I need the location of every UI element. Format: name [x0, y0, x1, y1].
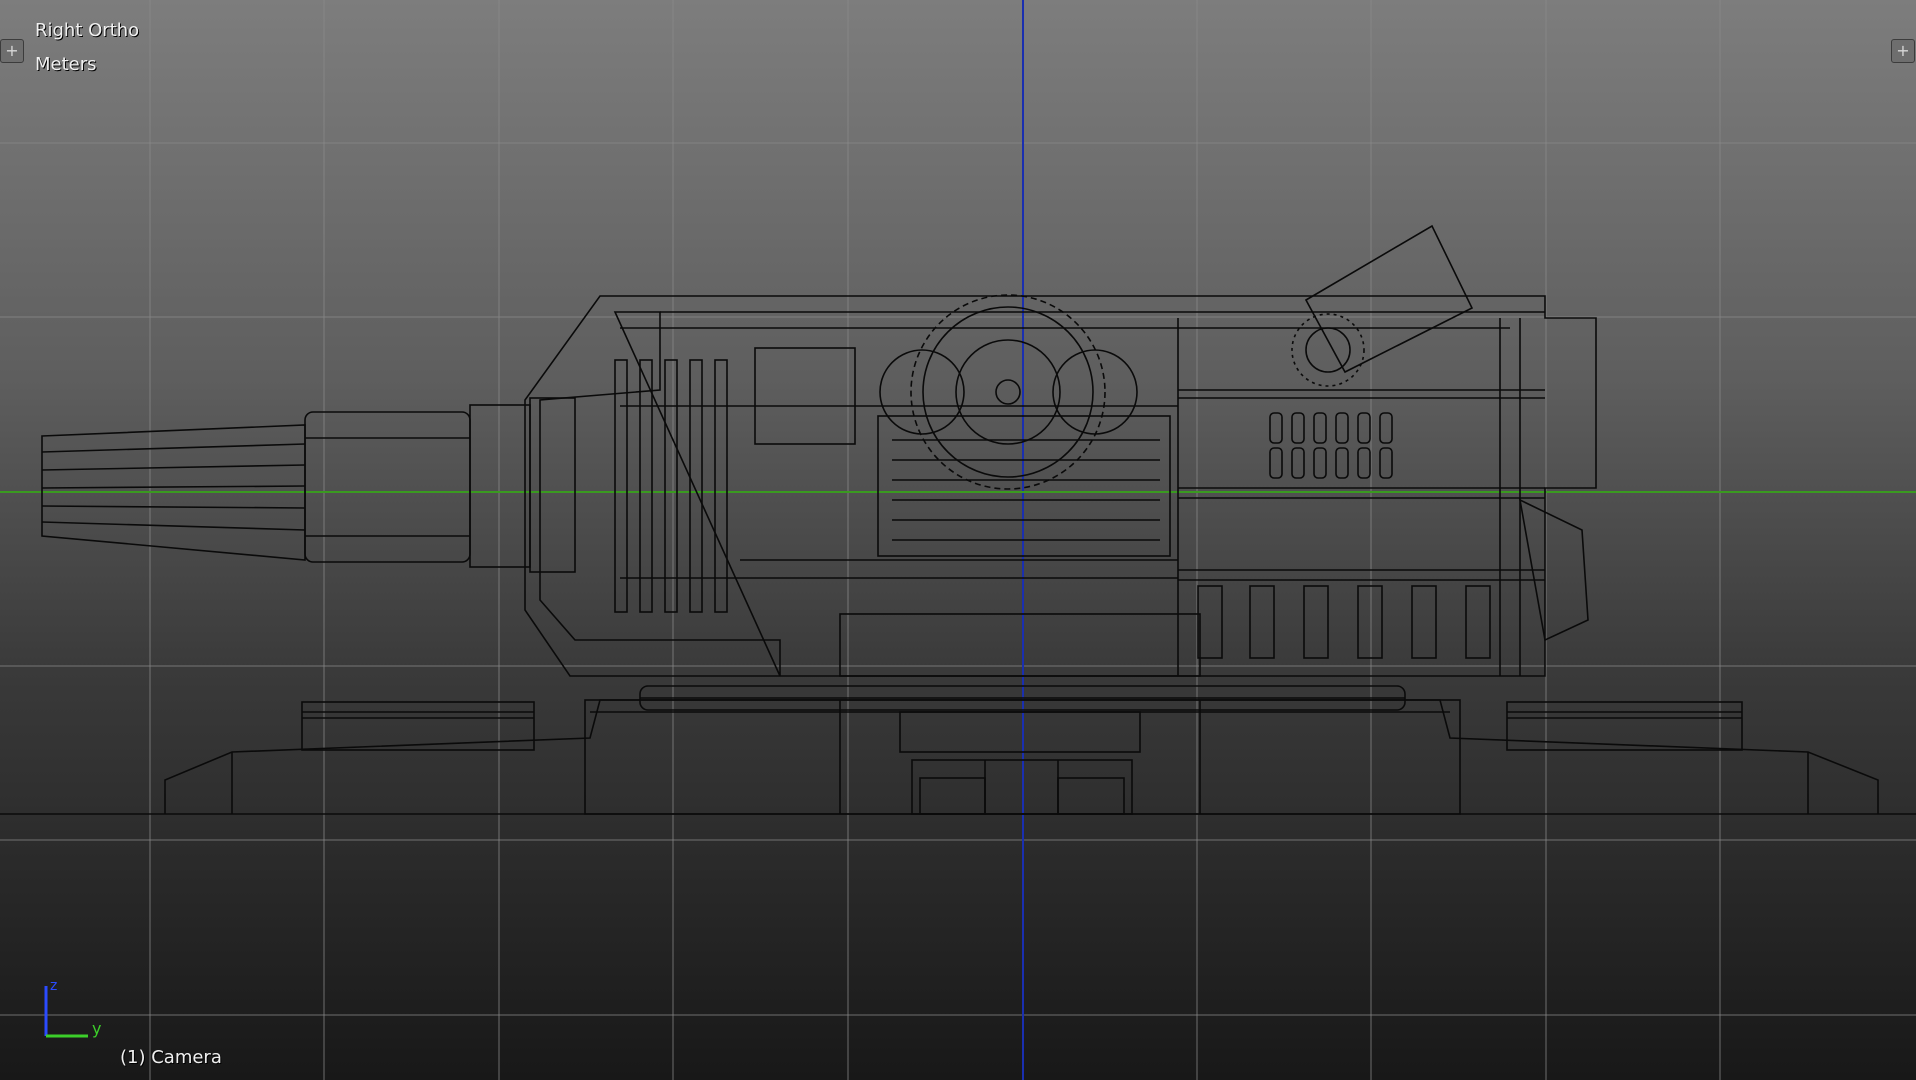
- lower-slats: [839, 498, 1589, 677]
- units-label: Meters: [35, 54, 97, 75]
- side-vents: [1269, 412, 1393, 479]
- 3d-viewport[interactable]: Right Ortho Meters (1) Camera + + z y: [0, 0, 1916, 1080]
- z-axis-gizmo-label: z: [50, 978, 57, 994]
- front-rings: [614, 359, 728, 613]
- base-platform: [0, 699, 1916, 815]
- left-wheel: [301, 701, 535, 751]
- view-corner-plus-icon-right[interactable]: +: [1891, 39, 1915, 63]
- y-axis-gizmo-label: y: [92, 1019, 101, 1038]
- right-wheel: [1506, 701, 1743, 751]
- cannon-wireframe-model[interactable]: [0, 0, 1916, 1080]
- top-hatch: [1291, 224, 1474, 387]
- gearbox: [877, 294, 1171, 557]
- view-corner-plus-icon-left[interactable]: +: [0, 39, 24, 63]
- cannon-barrel: [41, 397, 576, 573]
- active-object-label: (1) Camera: [120, 1047, 222, 1068]
- axis-gizmo: z y: [44, 978, 101, 1038]
- turntable-ring: [639, 685, 1406, 753]
- view-name-label: Right Ortho: [35, 20, 140, 41]
